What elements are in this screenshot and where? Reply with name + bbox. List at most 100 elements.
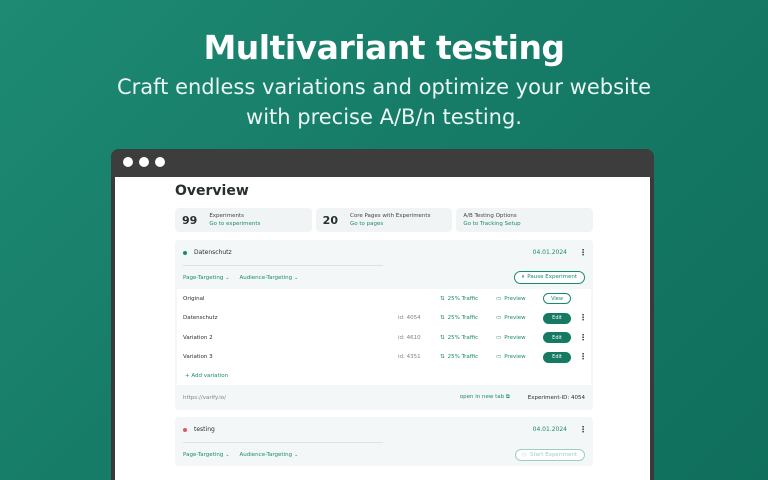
variation-id: id: 4610 <box>398 334 421 341</box>
traffic-arrows-icon: ⇅ <box>440 354 445 361</box>
stat-label: Core Pages with Experiments <box>349 213 431 219</box>
hero-subtitle-line-2: with precise A/B/n testing. <box>246 105 522 129</box>
traffic-control[interactable]: ⇅ 25% Traffic <box>440 335 496 341</box>
preview-label: Preview <box>504 315 526 322</box>
chevron-down-icon: ⌄ <box>225 274 230 281</box>
page-targeting-dropdown[interactable]: Page-Targeting ⌄ <box>183 275 230 281</box>
open-in-new-tab-link[interactable]: open in new tab ⧉ <box>460 394 510 401</box>
hero-title: Multivariant testing <box>203 28 565 67</box>
hero-subtitle: Craft endless variations and optimize yo… <box>0 72 768 132</box>
browser-title-bar <box>111 149 654 177</box>
view-button[interactable]: View <box>543 293 571 305</box>
pause-icon: ⏸ <box>521 274 525 280</box>
targeting-row: Page-Targeting ⌄ Audience-Targeting ⌄ ▷ Sta… <box>175 443 593 466</box>
more-options-icon[interactable]: ⋮ <box>579 248 587 257</box>
experiment-header: Datenschutz 04.01.2024 ⋮ <box>175 240 593 265</box>
preview-label: Preview <box>504 334 526 341</box>
experiment-url: https://varify.io/ <box>183 394 226 401</box>
traffic-arrows-icon: ⇅ <box>440 295 445 302</box>
stat-label: Experiments <box>209 213 244 219</box>
stat-number: 20 <box>322 213 338 227</box>
variation-name: Datenschutz <box>183 315 218 322</box>
audience-targeting-label: Audience-Targeting <box>239 274 293 281</box>
preview-link[interactable]: ▭ Preview <box>496 354 543 360</box>
external-link-icon: ⧉ <box>505 394 510 400</box>
experiment-name: Datenschutz <box>194 249 232 256</box>
traffic-label: 25% Traffic <box>447 315 479 322</box>
traffic-label: 25% Traffic <box>447 354 479 361</box>
experiment-header: testing 04.01.2024 ⋮ <box>175 417 593 442</box>
traffic-label: 25% Traffic <box>447 334 479 341</box>
chevron-down-icon: ⌄ <box>294 274 299 281</box>
window-dot-icon <box>139 157 149 167</box>
more-options-icon[interactable]: ⋮ <box>579 333 587 342</box>
preview-link[interactable]: ▭ Preview <box>496 335 543 341</box>
variation-list: Original ⇅ 25% Traffic ▭ Preview View Date… <box>177 289 591 367</box>
variation-row: Datenschutz id: 4054 ⇅ 25% Traffic ▭ Previ… <box>177 309 591 329</box>
hero-subtitle-line-1: Craft endless variations and optimize yo… <box>116 75 652 99</box>
experiment-date: 04.01.2024 <box>532 426 567 433</box>
traffic-control[interactable]: ⇅ 25% Traffic <box>440 315 496 321</box>
edit-button[interactable]: Edit <box>543 351 571 363</box>
status-dot-icon <box>183 250 187 255</box>
page-title: Overview <box>175 183 249 199</box>
status-dot-icon <box>183 427 187 432</box>
variation-name: Variation 3 <box>183 354 213 361</box>
edit-button[interactable]: Edit <box>543 312 571 324</box>
add-variation-button[interactable]: + Add variation <box>177 367 591 385</box>
go-to-pages-link[interactable]: Go to pages <box>350 220 430 228</box>
variation-name: Variation 2 <box>183 334 213 341</box>
more-options-icon[interactable]: ⋮ <box>579 425 587 434</box>
audience-targeting-dropdown[interactable]: Audience-Targeting ⌄ <box>240 275 299 281</box>
pause-experiment-button[interactable]: ⏸ Pause Experiment <box>513 271 585 284</box>
more-options-icon[interactable]: ⋮ <box>579 353 587 361</box>
chevron-down-icon: ⌄ <box>225 451 230 458</box>
stat-number: 99 <box>182 213 198 227</box>
audience-targeting-dropdown[interactable]: Audience-Targeting ⌄ <box>240 452 299 458</box>
preview-label: Preview <box>504 354 526 361</box>
experiment-card: Datenschutz 04.01.2024 ⋮ Page-Targeting ⌄… <box>175 240 593 410</box>
monitor-icon: ▭ <box>496 315 502 322</box>
play-icon: ▷ <box>522 451 528 458</box>
monitor-icon: ▭ <box>496 334 502 341</box>
experiment-card: testing 04.01.2024 ⋮ Page-Targeting ⌄ Aud… <box>175 417 593 466</box>
preview-label: Preview <box>504 295 526 302</box>
stat-card-experiments: 99 Experiments Go to experiments <box>175 208 312 232</box>
go-to-tracking-setup-link[interactable]: Go to Tracking Setup <box>463 220 520 228</box>
variation-id: id: 4054 <box>398 315 421 322</box>
stat-card-pages: 20 Core Pages with Experiments Go to pag… <box>315 208 453 232</box>
more-options-icon[interactable]: ⋮ <box>579 314 587 322</box>
traffic-label: 25% Traffic <box>447 295 479 302</box>
page-targeting-label: Page-Targeting <box>183 274 224 281</box>
start-experiment-button[interactable]: ▷ Start Experiment <box>514 448 585 461</box>
window-dot-icon <box>155 157 165 167</box>
audience-targeting-label: Audience-Targeting <box>239 451 293 458</box>
edit-button[interactable]: Edit <box>543 332 571 344</box>
stat-card-ab-options: A/B Testing Options Go to Tracking Setup <box>456 208 594 232</box>
traffic-arrows-icon: ⇅ <box>440 315 445 322</box>
variation-name: Original <box>183 295 205 302</box>
targeting-row: Page-Targeting ⌄ Audience-Targeting ⌄ ⏸ Pau… <box>175 266 593 289</box>
pause-experiment-label: Pause Experiment <box>527 274 577 280</box>
window-dot-icon <box>123 157 133 167</box>
monitor-icon: ▭ <box>496 354 502 361</box>
chevron-down-icon: ⌄ <box>294 451 299 458</box>
page-targeting-dropdown[interactable]: Page-Targeting ⌄ <box>183 452 230 458</box>
traffic-arrows-icon: ⇅ <box>440 334 445 341</box>
start-experiment-label: Start Experiment <box>530 451 577 458</box>
traffic-control[interactable]: ⇅ 25% Traffic <box>440 296 496 302</box>
browser-viewport: Overview 99 Experiments Go to experiment… <box>115 177 650 480</box>
go-to-experiments-link[interactable]: Go to experiments <box>209 220 260 228</box>
variation-id: id: 4351 <box>398 354 421 361</box>
experiment-footer: https://varify.io/ open in new tab ⧉ Exp… <box>175 385 593 410</box>
page-targeting-label: Page-Targeting <box>183 451 224 458</box>
experiment-date: 04.01.2024 <box>532 249 567 256</box>
traffic-control[interactable]: ⇅ 25% Traffic <box>440 354 496 360</box>
variation-row: Original ⇅ 25% Traffic ▭ Preview View <box>177 289 591 309</box>
browser-window: Overview 99 Experiments Go to experiment… <box>111 149 654 480</box>
variation-row: Variation 3 id: 4351 ⇅ 25% Traffic ▭ Previ… <box>177 348 591 368</box>
variation-row: Variation 2 id: 4610 ⇅ 25% Traffic ▭ Previ… <box>177 328 591 348</box>
preview-link[interactable]: ▭ Preview <box>496 315 543 321</box>
preview-link[interactable]: ▭ Preview <box>496 296 543 302</box>
stat-label: A/B Testing Options <box>463 213 517 219</box>
